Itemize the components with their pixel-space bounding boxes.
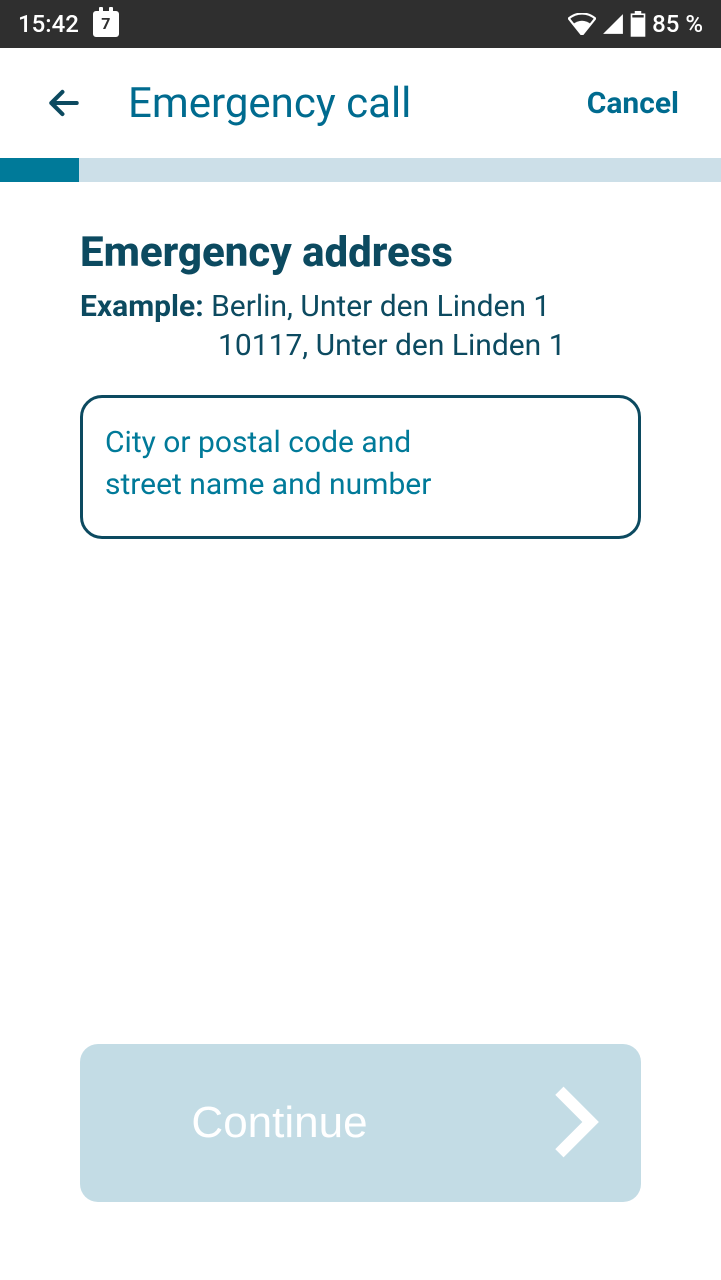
page-title: Emergency call xyxy=(128,79,577,128)
wifi-icon xyxy=(568,13,596,35)
continue-button[interactable]: Continue xyxy=(80,1044,641,1202)
progress-bar xyxy=(0,158,721,182)
example-block: Example: Berlin, Unter den Linden 1 1011… xyxy=(80,287,641,365)
arrow-left-icon xyxy=(45,84,83,122)
example-line-2: 10117, Unter den Linden 1 xyxy=(80,326,641,365)
progress-fill xyxy=(0,158,79,182)
battery-icon xyxy=(630,11,646,37)
status-bar: 15:42 7 85 % xyxy=(0,0,721,48)
status-right: 85 % xyxy=(568,10,703,38)
battery-percent: 85 % xyxy=(652,10,703,38)
app-header: Emergency call Cancel xyxy=(0,48,721,158)
chevron-right-icon xyxy=(549,1083,601,1164)
cellular-icon xyxy=(602,13,624,35)
calendar-icon: 7 xyxy=(93,11,119,37)
address-input[interactable] xyxy=(105,422,616,508)
main-content: Emergency address Example: Berlin, Unter… xyxy=(0,182,721,539)
footer: Continue xyxy=(80,1044,641,1202)
status-left: 15:42 7 xyxy=(18,10,119,38)
cancel-button[interactable]: Cancel xyxy=(577,76,703,131)
example-line-1: Berlin, Unter den Linden 1 xyxy=(211,289,550,324)
section-heading: Emergency address xyxy=(80,228,641,277)
back-button[interactable] xyxy=(40,79,88,127)
continue-label: Continue xyxy=(120,1098,439,1148)
status-time: 15:42 xyxy=(18,10,79,38)
address-input-container[interactable] xyxy=(80,395,641,539)
example-label: Example: xyxy=(80,289,204,324)
